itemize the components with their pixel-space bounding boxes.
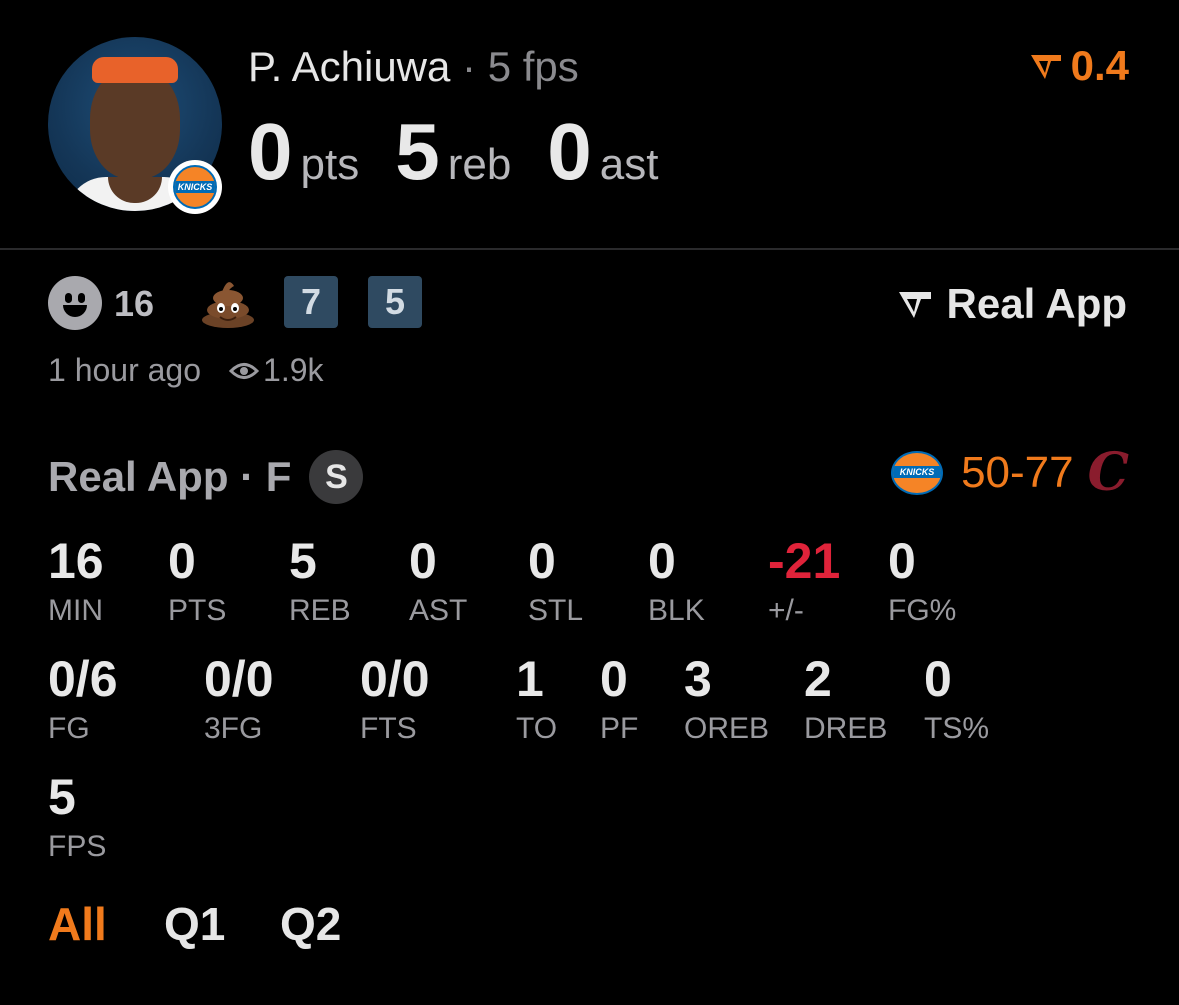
pts-value: 0 [248,107,293,196]
stat-fg: 0/6 FG [48,651,118,745]
score-text: 50-77 [961,448,1074,497]
headband [92,57,178,83]
brand-label: Real App [946,280,1127,327]
player-face [90,67,180,179]
stat-min: 16 MIN [48,533,104,627]
separator: · [462,43,477,90]
player-fps: 5 fps [487,43,579,90]
stat-fts: 0/0 FTS [360,651,430,745]
stat-to: 1 TO [516,651,558,745]
player-name[interactable]: P. Achiuwa [248,43,450,90]
smile-mouth [63,305,87,317]
divider [0,248,1179,250]
poop-reaction-icon[interactable] [200,276,256,328]
player-title: P. Achiuwa · 5 fps [248,43,579,91]
stat-dreb: 2 DREB [804,651,888,745]
real-app-brand[interactable]: Real App [897,280,1127,328]
tag-badge[interactable]: 5 [368,276,422,328]
pts-unit: pts [300,140,360,189]
post-meta: 1 hour ago 1.9k [48,352,324,389]
stat-fg-pct: 0 FG% [888,533,957,627]
game-score[interactable]: KNICKS 50-77 C [891,447,1129,499]
rating-value: 0.4 [1070,42,1129,89]
ast-unit: ast [599,140,659,189]
stat-plus-minus: -21 +/- [768,533,841,627]
stat-fps: 5 FPS [48,769,107,863]
smile-eye-right [78,293,85,303]
stat-stl: 0 STL [528,533,584,627]
stat-ast: 0 AST [409,533,468,627]
post-time: 1 hour ago [48,352,202,388]
reb-value: 5 [395,107,440,196]
tab-all[interactable]: All [48,897,107,951]
reb-unit: reb [447,140,512,189]
player-rating[interactable]: 0.4 [1029,42,1129,90]
game-title: Real App · F [48,453,292,500]
ast-value: 0 [547,107,592,196]
reaction-count: 16 [114,283,155,324]
headline-stats: 0 pts 5 reb 0 ast [248,106,695,198]
stat-3fg: 0/0 3FG [204,651,274,745]
tab-q2[interactable]: Q2 [280,897,341,951]
team-logo-badge: KNICKS [168,160,222,214]
tag-badge[interactable]: 7 [284,276,338,328]
stat-pf: 0 PF [600,651,639,745]
knicks-logo-icon: KNICKS [891,451,944,495]
stat-pts: 0 PTS [168,533,227,627]
eye-icon [229,362,260,379]
stat-blk: 0 BLK [648,533,705,627]
smile-eye-left [65,293,72,303]
view-count: 1.9k [263,352,324,388]
knicks-logo-icon: KNICKS [173,165,217,209]
real-app-logo-icon [1030,55,1061,79]
stat-oreb: 3 OREB [684,651,770,745]
stat-ts-pct: 0 TS% [924,651,990,745]
cavaliers-logo-icon: C [1087,442,1129,503]
status-badge: S [309,450,364,504]
tab-q1[interactable]: Q1 [164,897,225,951]
smile-reaction-icon[interactable] [48,276,102,330]
stat-reb: 5 REB [289,533,351,627]
game-header[interactable]: Real App · F S [48,450,364,504]
real-app-logo-icon [898,292,931,318]
